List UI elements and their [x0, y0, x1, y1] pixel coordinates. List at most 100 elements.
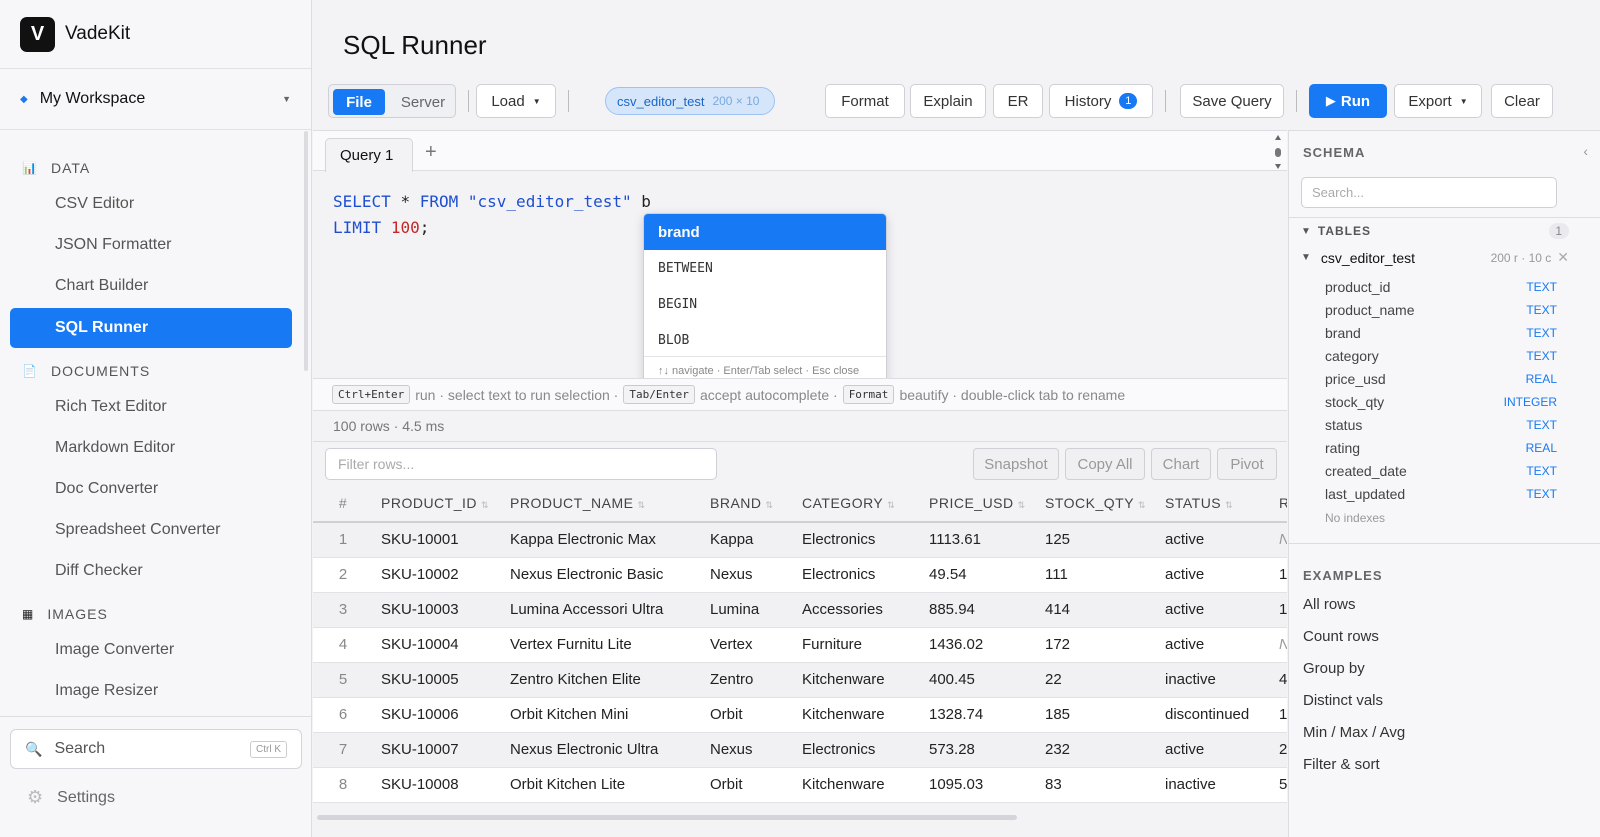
schema-column-row[interactable]: rating REAL [1325, 440, 1557, 456]
column-header[interactable]: PRODUCT_NAME ⇅ [502, 484, 702, 523]
shortcut-hints: Ctrl+Enter run · select text to run sele… [313, 378, 1287, 411]
autocomplete-item[interactable]: brand [644, 214, 886, 250]
snapshot-button[interactable]: Snapshot [973, 448, 1059, 480]
sidebar-item-sql-runner[interactable]: SQL Runner [10, 308, 292, 348]
column-header[interactable]: STATUS ⇅ [1157, 484, 1271, 523]
sidebar-item-json-formatter[interactable]: JSON Formatter [0, 225, 312, 265]
tables-header[interactable]: ▼ TABLES 1 [1301, 223, 1569, 239]
column-header-label: CATEGORY [802, 494, 884, 511]
run-button[interactable]: ▶ Run [1309, 84, 1387, 118]
sidebar-item-image-converter[interactable]: Image Converter [0, 630, 312, 670]
chart-button[interactable]: Chart [1151, 448, 1211, 480]
sort-icon[interactable]: ⇅ [766, 500, 774, 510]
autocomplete-item[interactable]: BLOB [644, 322, 886, 358]
table-cell: N [1271, 627, 1287, 663]
sort-icon[interactable]: ⇅ [1138, 500, 1146, 510]
table-cell: Electronics [794, 732, 921, 768]
schema-search-input[interactable]: Search... [1301, 177, 1557, 208]
code-token: * [400, 192, 411, 211]
workspace-diamond-icon: ◆ [20, 93, 28, 105]
schema-column-row[interactable]: status TEXT [1325, 417, 1557, 433]
sidebar-item-chart-builder[interactable]: Chart Builder [0, 266, 312, 306]
sidebar-item-diff-checker[interactable]: Diff Checker [0, 551, 312, 591]
history-button[interactable]: History 1 [1049, 84, 1153, 118]
sidebar-scrollbar[interactable] [304, 131, 308, 371]
column-header[interactable]: PRODUCT_ID ⇅ [373, 484, 502, 523]
code-keyword: FROM [419, 192, 459, 211]
format-button[interactable]: Format [825, 84, 905, 118]
autocomplete-item[interactable]: BEGIN [644, 286, 886, 322]
table-row[interactable]: 5 SKU-10005 Zentro Kitchen Elite Zentro Kitc… [313, 662, 1287, 698]
app-brand[interactable]: V VadeKit [0, 0, 311, 69]
add-tab-button[interactable]: + [425, 141, 437, 164]
sidebar-item-doc-converter[interactable]: Doc Converter [0, 469, 312, 509]
export-button[interactable]: Export ▼ [1394, 84, 1482, 118]
source-file-button[interactable]: File [333, 89, 385, 115]
example-query-item[interactable]: Group by [1303, 660, 1365, 677]
column-header[interactable]: STOCK_QTY ⇅ [1037, 484, 1157, 523]
schema-column-row[interactable]: brand TEXT [1325, 325, 1557, 341]
table-row[interactable]: 6 SKU-10006 Orbit Kitchen Mini Orbit Kitchen… [313, 697, 1287, 733]
table-cell: 5 [1271, 767, 1287, 803]
chevron-down-icon: ▼ [1301, 225, 1312, 237]
sidebar-item-rich-text-editor[interactable]: Rich Text Editor [0, 387, 312, 427]
table-cell: 185 [1037, 697, 1157, 733]
example-query-item[interactable]: Filter & sort [1303, 756, 1380, 773]
schema-column-row[interactable]: stock_qty INTEGER [1325, 394, 1557, 410]
load-button[interactable]: Load ▼ [476, 84, 556, 118]
schema-table-row[interactable]: ▼ csv_editor_test 200 r · 10 c ✕ [1301, 249, 1569, 266]
table-row[interactable]: 1 SKU-10001 Kappa Electronic Max Kappa Elect… [313, 522, 1287, 558]
column-header[interactable]: BRAND ⇅ [702, 484, 794, 523]
schema-column-row[interactable]: price_usd REAL [1325, 371, 1557, 387]
sidebar-item-markdown-editor[interactable]: Markdown Editor [0, 428, 312, 468]
sql-editor[interactable]: SELECT * FROM "csv_editor_test" b LIMIT … [333, 189, 651, 241]
filter-rows-input[interactable]: Filter rows... [325, 448, 717, 480]
table-cell: Nexus Electronic Ultra [502, 732, 702, 768]
schema-column-row[interactable]: category TEXT [1325, 348, 1557, 364]
explain-button[interactable]: Explain [910, 84, 986, 118]
schema-column-row[interactable]: product_id TEXT [1325, 279, 1557, 295]
sidebar-item-image-resizer[interactable]: Image Resizer [0, 671, 312, 711]
table-row[interactable]: 4 SKU-10004 Vertex Furnitu Lite Vertex Furni… [313, 627, 1287, 663]
table-chip[interactable]: csv_editor_test 200 × 10 [605, 87, 775, 115]
settings-link[interactable]: ⚙ Settings [27, 787, 115, 808]
editor-scrollbar[interactable] [1275, 135, 1281, 169]
collapse-icon[interactable]: ‹ [1583, 143, 1588, 159]
column-header[interactable]: RA [1271, 484, 1287, 523]
sidebar-search[interactable]: 🔍 Search Ctrl K [10, 729, 302, 769]
autocomplete-item[interactable]: BETWEEN [644, 250, 886, 286]
example-query-item[interactable]: Min / Max / Avg [1303, 724, 1405, 741]
sort-icon[interactable]: ⇅ [481, 500, 489, 510]
workspace-selector[interactable]: ◆ My Workspace ▼ [0, 69, 311, 130]
table-row[interactable]: 3 SKU-10003 Lumina Accessori Ultra Lumina Ac… [313, 592, 1287, 628]
column-header[interactable]: CATEGORY ⇅ [794, 484, 921, 523]
sort-icon[interactable]: ⇅ [887, 500, 895, 510]
schema-column-row[interactable]: product_name TEXT [1325, 302, 1557, 318]
sidebar-item-spreadsheet-converter[interactable]: Spreadsheet Converter [0, 510, 312, 550]
tab-query-1[interactable]: Query 1 [325, 138, 413, 172]
table-horizontal-scrollbar[interactable] [317, 815, 1017, 820]
clear-button[interactable]: Clear [1491, 84, 1553, 118]
schema-column-row[interactable]: created_date TEXT [1325, 463, 1557, 479]
sidebar-item-csv-editor[interactable]: CSV Editor [0, 184, 312, 224]
sort-icon[interactable]: ⇅ [1018, 500, 1026, 510]
schema-column-row[interactable]: last_updated TEXT [1325, 486, 1557, 502]
example-query-item[interactable]: All rows [1303, 596, 1356, 613]
pivot-button[interactable]: Pivot [1217, 448, 1277, 480]
source-server-button[interactable]: Server [393, 89, 453, 115]
example-query-item[interactable]: Count rows [1303, 628, 1379, 645]
er-button[interactable]: ER [993, 84, 1043, 118]
column-header[interactable]: PRICE_USD ⇅ [921, 484, 1037, 523]
history-label: History [1064, 92, 1112, 110]
table-row[interactable]: 2 SKU-10002 Nexus Electronic Basic Nexus Ele… [313, 557, 1287, 593]
row-index: 6 [313, 697, 373, 733]
row-index: 2 [313, 557, 373, 593]
copy-all-button[interactable]: Copy All [1065, 448, 1145, 480]
example-query-item[interactable]: Distinct vals [1303, 692, 1383, 709]
table-row[interactable]: 7 SKU-10007 Nexus Electronic Ultra Nexus Ele… [313, 732, 1287, 768]
save-query-button[interactable]: Save Query [1180, 84, 1284, 118]
table-row[interactable]: 8 SKU-10008 Orbit Kitchen Lite Orbit Kitchen… [313, 767, 1287, 803]
sort-icon[interactable]: ⇅ [1225, 500, 1233, 510]
close-icon[interactable]: ✕ [1557, 249, 1569, 266]
sort-icon[interactable]: ⇅ [637, 500, 645, 510]
